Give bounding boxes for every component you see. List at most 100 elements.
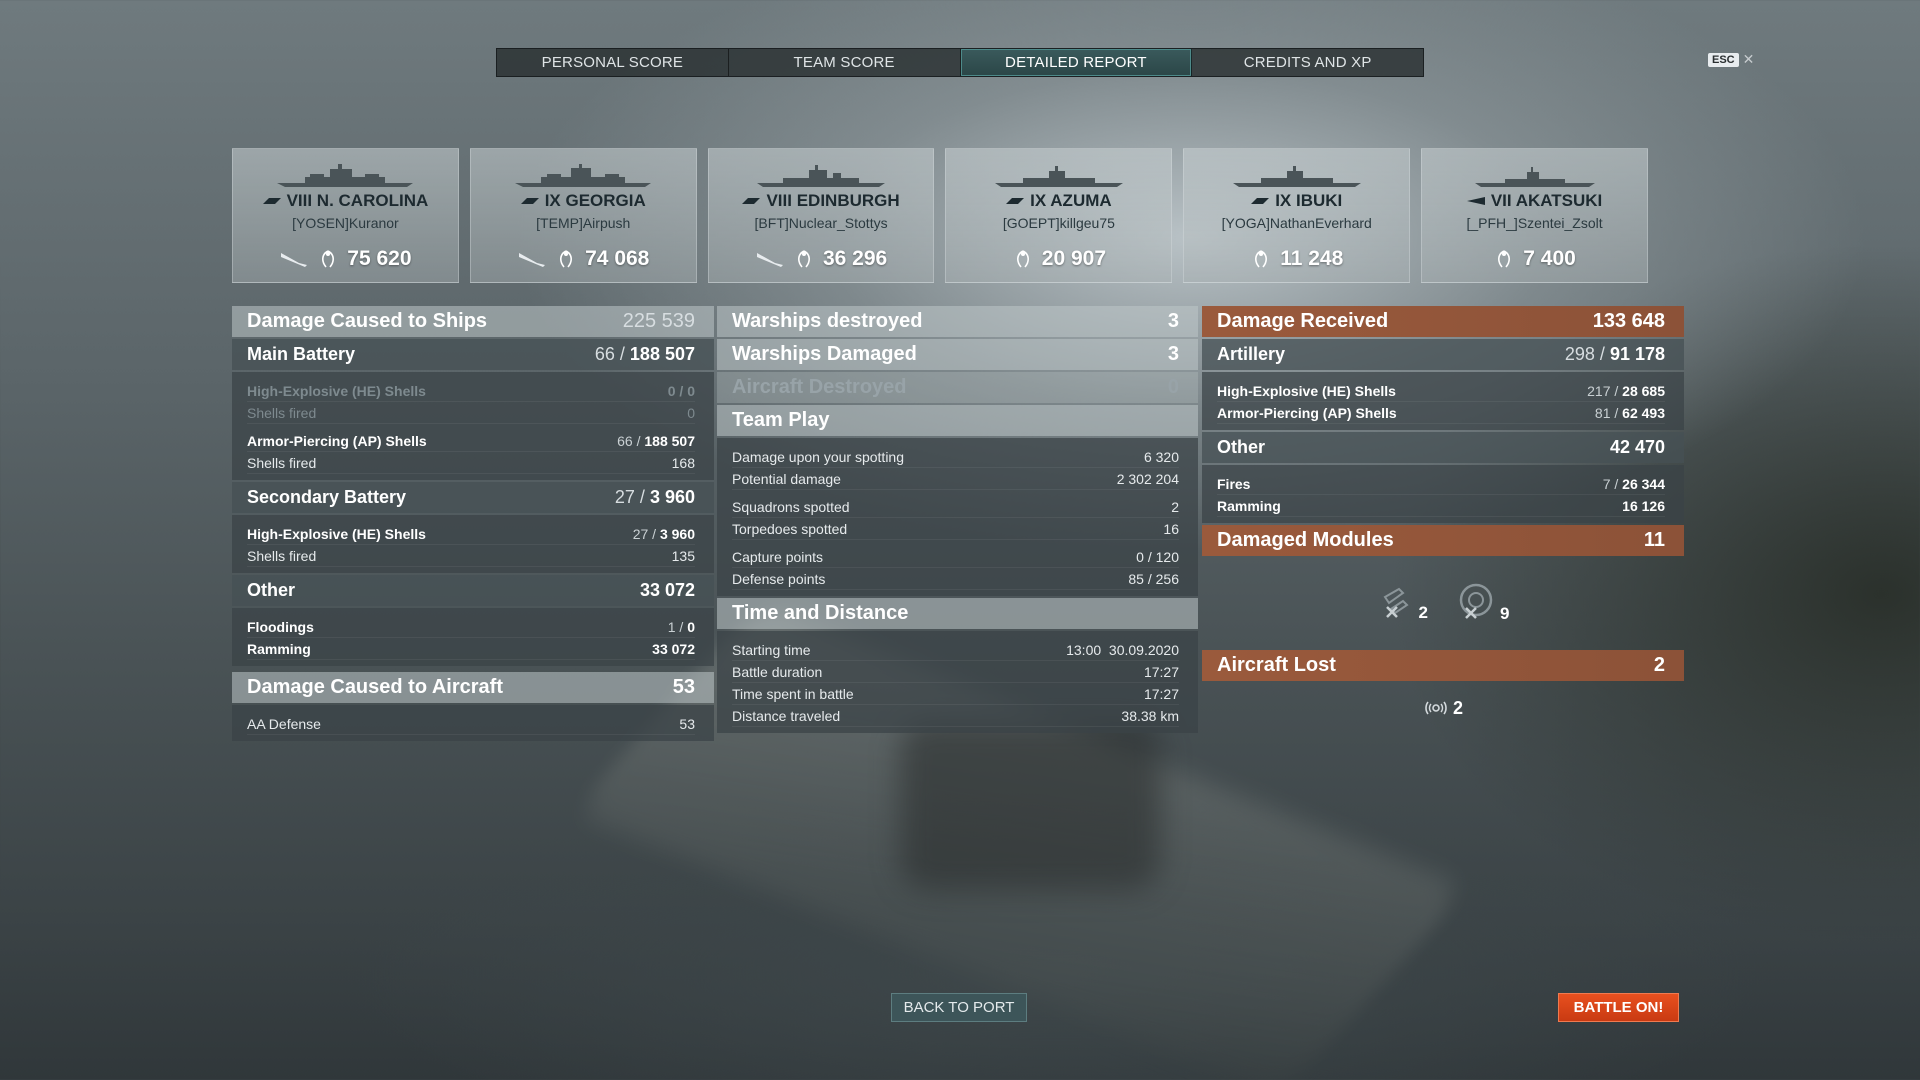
gun-module-icon (1383, 587, 1409, 618)
cruiser-silhouette-icon (1232, 166, 1361, 187)
stat-row: Time spent in battle 17:27 (732, 683, 1179, 705)
stat-row: Battle duration 17:27 (732, 661, 1179, 683)
main-battery-header: Main Battery 66 / 188 507 (232, 339, 714, 370)
damage-aircraft-header: Damage Caused to Aircraft 53 (232, 672, 714, 703)
battleship-class-icon (520, 198, 539, 204)
stat-row: Ramming 16 126 (1217, 495, 1665, 517)
stat-row: Potential damage 2 302 204 (732, 468, 1179, 490)
ship-name: IX IBUKI (1251, 191, 1342, 211)
player-score: 20 907 (1041, 247, 1107, 270)
aircraft-destroyed-header: Aircraft Destroyed 0 (717, 372, 1198, 403)
laurel-xp-icon (560, 250, 573, 268)
tab-credits-and-xp[interactable]: CREDITS AND XP (1192, 49, 1423, 76)
player-name: [YOGA]NathanEverhard (1221, 215, 1372, 231)
other-damage-header: Other 33 072 (232, 575, 714, 606)
turret-module-icon (1459, 583, 1493, 619)
player-card[interactable]: VIII N. CAROLINA [YOSEN]Kuranor 75 620 (232, 148, 459, 283)
report-tabs: PERSONAL SCORE TEAM SCORE DETAILED REPOR… (496, 48, 1424, 77)
stat-row: Squadrons spotted 2 (732, 496, 1179, 518)
artillery-details: High-Explosive (HE) Shells 217 / 28 685 A… (1202, 372, 1684, 430)
damaged-modules-header: Damaged Modules 11 (1202, 525, 1684, 556)
stat-row: Fires 7 / 26 344 (1217, 473, 1665, 495)
cruiser-class-icon (1251, 198, 1270, 204)
battleship-silhouette-icon (277, 164, 414, 187)
spotter-plane-icon (1425, 701, 1447, 715)
stat-row: Starting time 13:00 30.09.2020 (732, 639, 1179, 661)
received-other-details: Fires 7 / 26 344 Ramming 16 126 (1202, 465, 1684, 523)
damage-received-column: Damage Received 133 648 Artillery 298 / 9… (1202, 306, 1684, 733)
battleship-class-icon (262, 198, 281, 204)
stat-row: Capture points 0 / 120 (732, 546, 1179, 568)
secondary-battery-header: Secondary Battery 27 / 3 960 (232, 482, 714, 513)
stat-row: High-Explosive (HE) Shells 27 / 3 960 (247, 523, 695, 545)
stat-row: Shells fired 0 (247, 402, 695, 424)
player-score: 74 068 (585, 247, 650, 270)
aircraft-lost-header: Aircraft Lost 2 (1202, 650, 1684, 681)
other-damage-details: Floodings 1 / 0 Ramming 33 072 (232, 608, 714, 666)
esc-key-label: ESC (1708, 52, 1739, 67)
laurel-xp-icon (1255, 250, 1268, 268)
stat-row: Armor-Piercing (AP) Shells 81 / 62 493 (1217, 402, 1665, 424)
close-icon[interactable]: ✕ (1743, 51, 1755, 68)
player-card[interactable]: VII AKATSUKI [_PFH_]Szentei_Zsolt 7 400 (1421, 148, 1648, 283)
player-score: 75 620 (347, 247, 412, 270)
destroyer-silhouette-icon (1474, 167, 1595, 187)
stat-row: Torpedoes spotted 16 (732, 518, 1179, 540)
ship-name: VII AKATSUKI (1466, 191, 1602, 211)
battle-stats-column: Warships destroyed 3 Warships Damaged 3 Ai… (717, 306, 1198, 735)
aircraft-damage-details: AA Defense 53 (232, 705, 714, 741)
artillery-header: Artillery 298 / 91 178 (1202, 339, 1684, 370)
ship-name: VIII N. CAROLINA (262, 191, 428, 211)
player-card[interactable]: VIII EDINBURGH [BFT]Nuclear_Stottys 36 2… (707, 148, 935, 283)
stat-row: Shells fired 168 (247, 452, 695, 474)
esc-close[interactable]: ESC ✕ (1708, 51, 1754, 68)
stat-row: Armor-Piercing (AP) Shells 66 / 188 507 (247, 430, 695, 452)
player-card[interactable]: IX IBUKI [YOGA]NathanEverhard 11 248 (1183, 148, 1411, 283)
damage-caused-column: Damage Caused to Ships 225 539 Main Batte… (232, 306, 714, 743)
stat-row: High-Explosive (HE) Shells 217 / 28 685 (1217, 380, 1665, 402)
team-play-header: Team Play (717, 405, 1198, 436)
stat-row: Distance traveled 38.38 km (732, 705, 1179, 727)
stat-row: Ramming 33 072 (247, 638, 695, 660)
team-play-details: Damage upon your spotting 6 320 Potential… (717, 438, 1198, 596)
battleship-silhouette-icon (515, 164, 652, 187)
destroyer-class-icon (1466, 197, 1485, 205)
cruiser-silhouette-icon (994, 166, 1123, 187)
secondary-battery-details: High-Explosive (HE) Shells 27 / 3 960 She… (232, 515, 714, 573)
ship-name: IX GEORGIA (520, 191, 646, 211)
damaged-modules-icons: 2 9 (1202, 558, 1684, 648)
player-score: 36 296 (822, 247, 888, 270)
ship-name: IX AZUMA (1006, 191, 1112, 211)
stat-row: Defense points 85 / 256 (732, 568, 1179, 590)
stat-row: High-Explosive (HE) Shells 0 / 0 (247, 380, 695, 402)
player-cards: VIII N. CAROLINA [YOSEN]Kuranor 75 620 I… (232, 148, 1648, 283)
background-ship-superstructure (900, 720, 1160, 890)
player-score: 11 248 (1280, 247, 1344, 270)
stat-row: AA Defense 53 (247, 713, 695, 735)
player-score: 7 400 (1523, 247, 1576, 270)
warships-damaged-header: Warships Damaged 3 (717, 339, 1198, 370)
received-other-header: Other 42 470 (1202, 432, 1684, 463)
player-name: [GOEPT]killgeu75 (1002, 215, 1115, 231)
back-to-port-button[interactable]: BACK TO PORT (891, 993, 1027, 1022)
kill-icon (519, 253, 546, 267)
time-distance-details: Starting time 13:00 30.09.2020 Battle dur… (717, 631, 1198, 733)
player-card[interactable]: IX GEORGIA [TEMP]Airpush 74 068 (469, 148, 697, 283)
damage-ships-header: Damage Caused to Ships 225 539 (232, 306, 714, 337)
time-distance-header: Time and Distance (717, 598, 1198, 629)
stat-row: Damage upon your spotting 6 320 (732, 446, 1179, 468)
cruiser-class-icon (1006, 198, 1025, 204)
battle-on-button[interactable]: BATTLE ON! (1558, 993, 1679, 1022)
cruiser-silhouette-icon (757, 165, 886, 187)
player-name: [YOSEN]Kuranor (292, 215, 399, 231)
tab-detailed-report[interactable]: DETAILED REPORT (960, 49, 1193, 76)
player-card[interactable]: IX AZUMA [GOEPT]killgeu75 20 907 (945, 148, 1173, 283)
ship-name: VIII EDINBURGH (742, 191, 900, 211)
tab-team-score[interactable]: TEAM SCORE (729, 49, 961, 76)
tab-personal-score[interactable]: PERSONAL SCORE (497, 49, 729, 76)
module-entry: 2 (1377, 583, 1428, 623)
warships-destroyed-header: Warships destroyed 3 (717, 306, 1198, 337)
stat-row: Floodings 1 / 0 (247, 616, 695, 638)
player-name: [TEMP]Airpush (536, 215, 631, 231)
cruiser-class-icon (742, 198, 761, 204)
